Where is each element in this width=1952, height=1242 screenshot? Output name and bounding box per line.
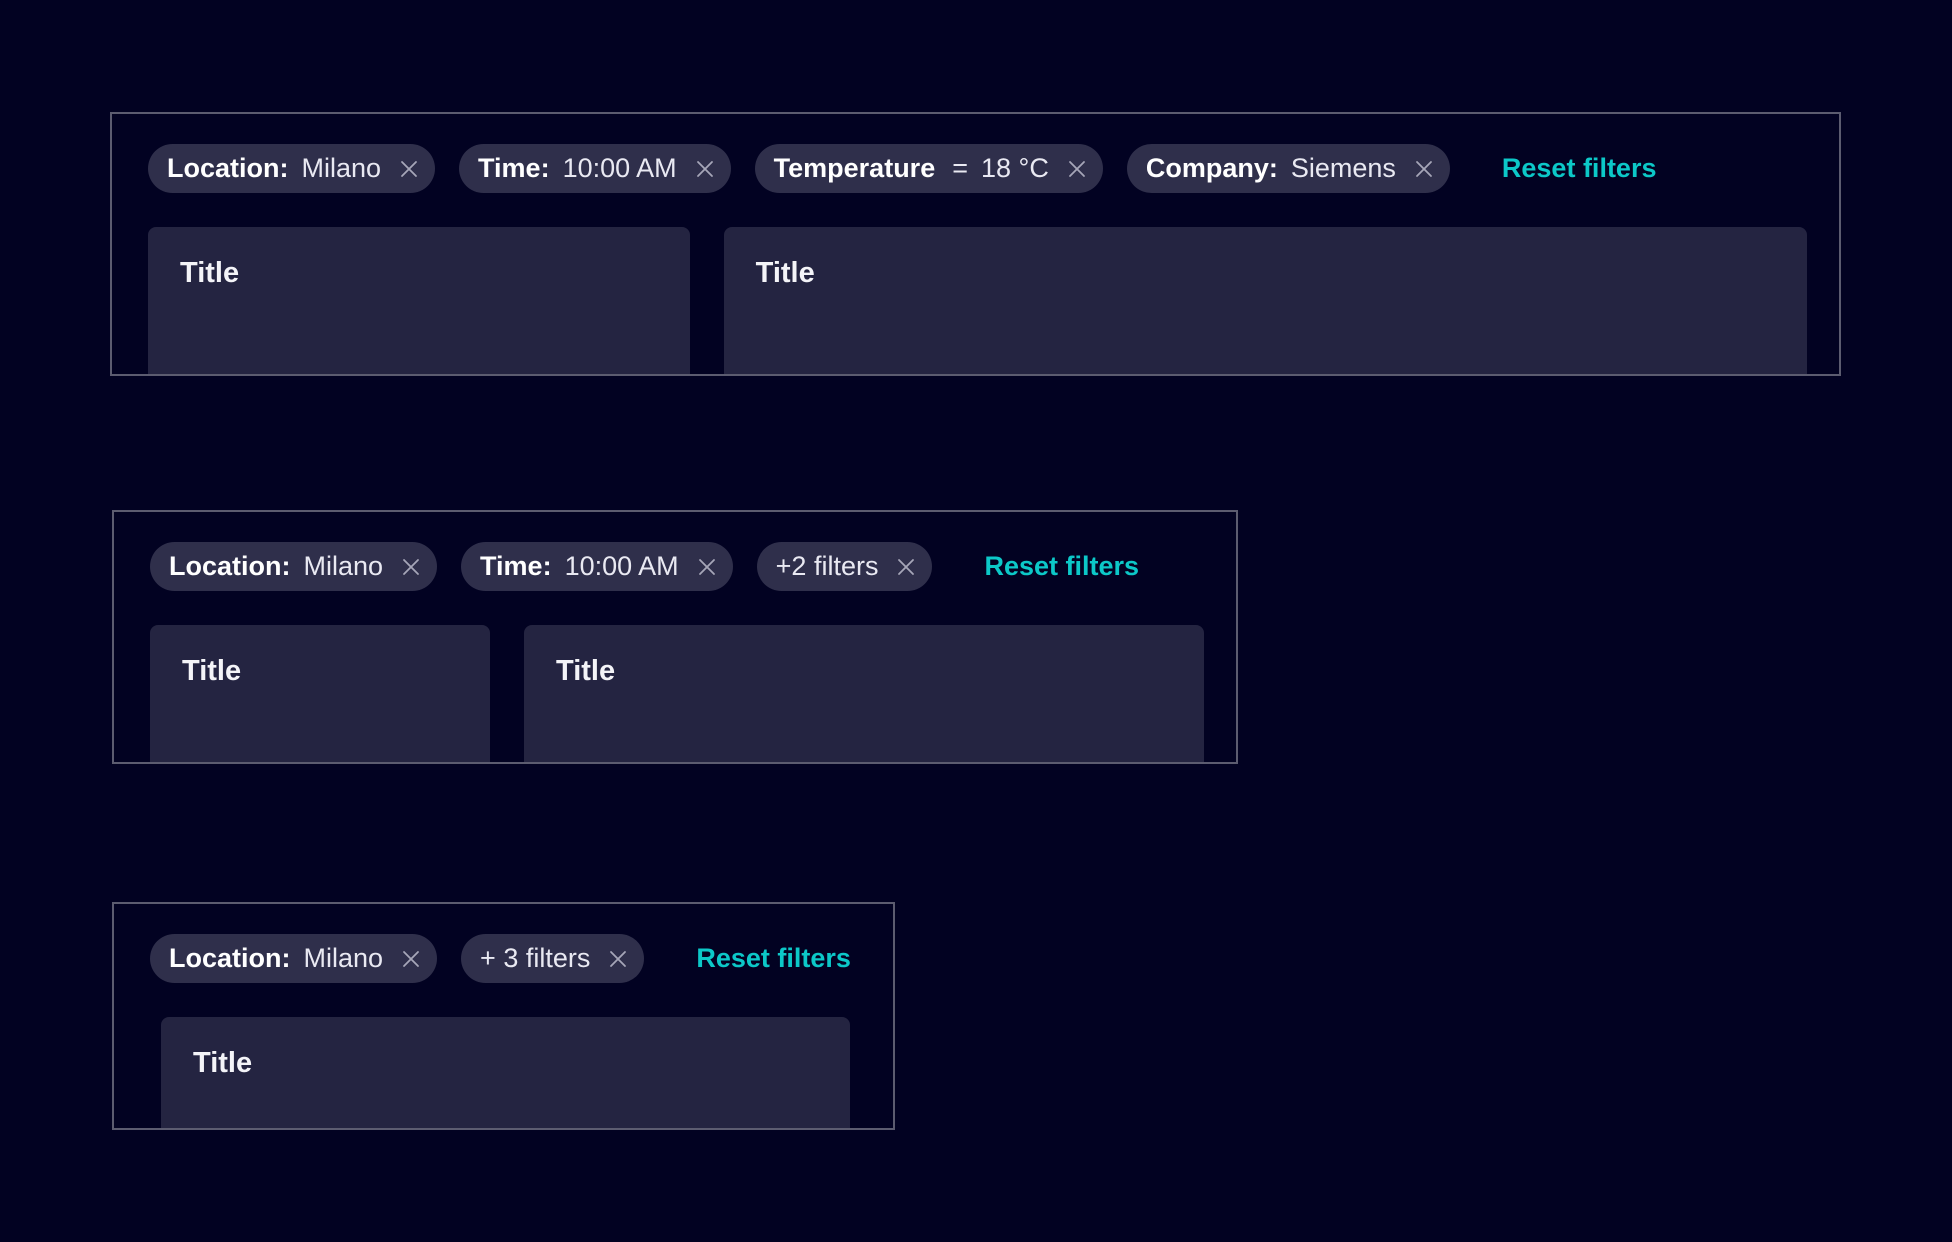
chip-value: Milano xyxy=(302,155,382,182)
close-icon[interactable] xyxy=(693,157,717,181)
chip-value: 10:00 AM xyxy=(565,553,679,580)
canvas: Location: Milano Time: 10:00 AM Temperature =… xyxy=(0,0,1952,1242)
filter-panel-collapsed-3: Location:Milano+ 3 filtersReset filters … xyxy=(112,902,895,1130)
close-icon[interactable] xyxy=(397,157,421,181)
title-card: Title xyxy=(724,227,1807,376)
close-icon[interactable] xyxy=(606,947,630,971)
filter-chip[interactable]: +2 filters xyxy=(757,542,933,591)
filter-chip[interactable]: Location: Milano xyxy=(148,144,435,193)
filter-panel-collapsed-2: Location: Milano Time: 10:00 AM +2 filters Re… xyxy=(112,510,1238,764)
close-icon[interactable] xyxy=(1065,157,1089,181)
reset-filters-link[interactable]: Reset filters xyxy=(696,943,851,974)
close-icon[interactable] xyxy=(399,555,423,579)
chip-value: Milano xyxy=(304,945,384,972)
chip-row: Location: Milano Time: 10:00 AM Temperature =… xyxy=(148,144,1807,193)
card-title: Title xyxy=(180,257,658,290)
chip-label: Temperature xyxy=(774,155,936,182)
card-title: Title xyxy=(182,655,458,688)
chip-value: Siemens xyxy=(1291,155,1396,182)
chip-value: +2 filters xyxy=(776,553,879,580)
title-card: Title xyxy=(148,227,690,376)
filter-chip[interactable]: Company: Siemens xyxy=(1127,144,1450,193)
card-title: Title xyxy=(756,257,1775,290)
card-title: Title xyxy=(193,1047,818,1080)
filter-chip[interactable]: Time: 10:00 AM xyxy=(459,144,731,193)
filter-chip[interactable]: Location: Milano xyxy=(150,934,437,983)
filter-chip[interactable]: Temperature = 18 °C xyxy=(755,144,1103,193)
filter-chip[interactable]: Location: Milano xyxy=(150,542,437,591)
title-card: Title xyxy=(524,625,1204,764)
chip-value: Milano xyxy=(304,553,384,580)
reset-filters-link[interactable]: Reset filters xyxy=(1502,153,1657,184)
chip-label: Location: xyxy=(169,553,291,580)
filter-chip[interactable]: Time: 10:00 AM xyxy=(461,542,733,591)
cards-row: Title xyxy=(150,1017,861,1130)
chip-operator: = xyxy=(952,155,968,182)
chip-label: Time: xyxy=(478,155,550,182)
card-title: Title xyxy=(556,655,1172,688)
title-card: Title xyxy=(150,625,490,764)
chip-label: Location: xyxy=(169,945,291,972)
close-icon[interactable] xyxy=(695,555,719,579)
close-icon[interactable] xyxy=(894,555,918,579)
chip-row: Location: Milano Time: 10:00 AM +2 filters Re… xyxy=(150,542,1204,591)
close-icon[interactable] xyxy=(1412,157,1436,181)
chip-label: Time: xyxy=(480,553,552,580)
chip-label: Company: xyxy=(1146,155,1278,182)
filter-chip[interactable]: + 3 filters xyxy=(461,934,644,983)
chip-row: Location: Milano + 3 filters Reset filters xyxy=(150,934,861,983)
chip-value: 18 °C xyxy=(981,155,1049,182)
chip-value: 10:00 AM xyxy=(563,155,677,182)
chip-value: + 3 filters xyxy=(480,945,590,972)
chip-label: Location: xyxy=(167,155,289,182)
close-icon[interactable] xyxy=(399,947,423,971)
title-card: Title xyxy=(161,1017,850,1130)
filter-panel-full: Location: Milano Time: 10:00 AM Temperature =… xyxy=(110,112,1841,376)
reset-filters-link[interactable]: Reset filters xyxy=(984,551,1139,582)
cards-row: Title Title xyxy=(150,625,1204,764)
cards-row: Title Title xyxy=(148,227,1807,376)
